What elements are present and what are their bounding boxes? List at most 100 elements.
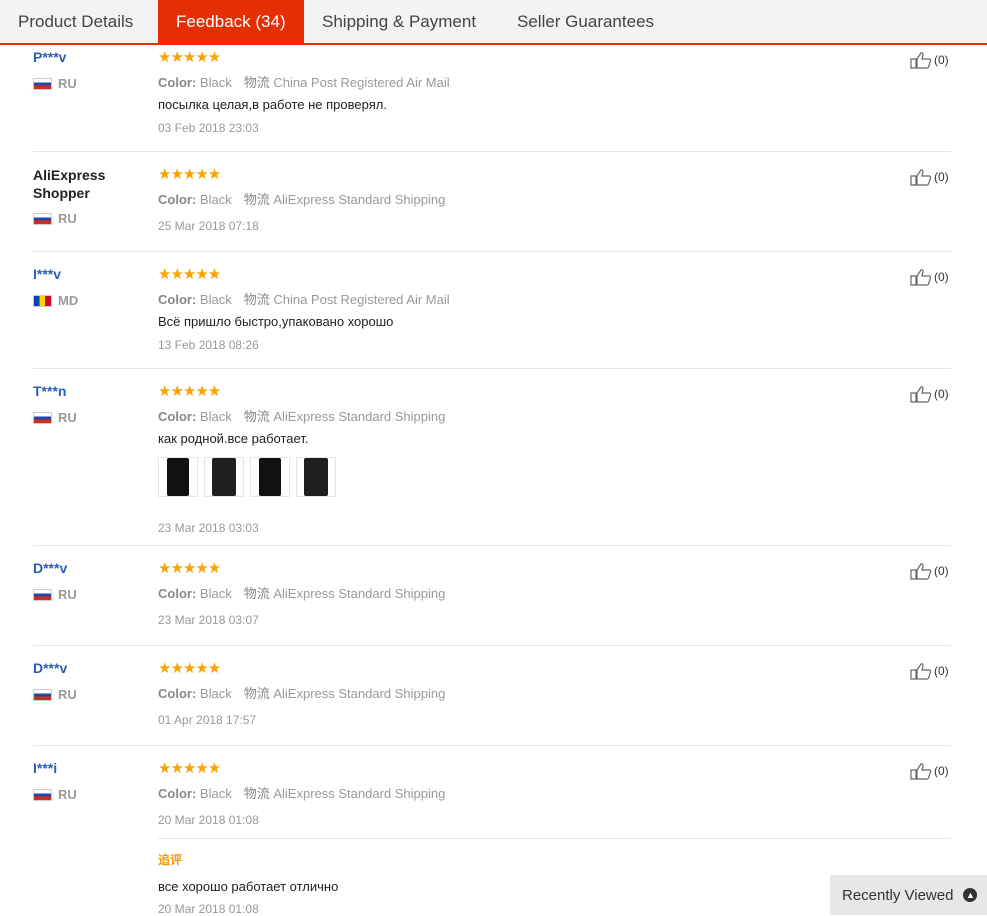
- country-code: RU: [58, 410, 77, 425]
- recently-viewed-label: Recently Viewed: [842, 886, 954, 904]
- photo-image: [304, 458, 328, 496]
- star-rating: ★★★★★: [158, 660, 221, 677]
- reviewer-name[interactable]: T***n: [33, 383, 66, 399]
- helpful-button[interactable]: (0): [910, 168, 949, 186]
- country-code: RU: [58, 587, 77, 602]
- color-value: Black: [199, 409, 232, 424]
- review-date: 13 Feb 2018 08:26: [158, 338, 259, 352]
- color-label: Color:: [158, 586, 197, 601]
- helpful-count: (0): [934, 764, 949, 778]
- reviewer-country: RU: [33, 410, 77, 425]
- reviewer-name[interactable]: P***v: [33, 49, 66, 65]
- additional-feedback-divider: [158, 838, 951, 839]
- reviewer-name[interactable]: I***i: [33, 760, 57, 776]
- star-rating: ★★★★★: [158, 760, 221, 777]
- shipping-label: 物流: [243, 292, 270, 307]
- helpful-button[interactable]: (0): [910, 268, 949, 286]
- photo-image: [259, 458, 281, 496]
- shipping-method: AliExpress Standard Shipping: [273, 586, 446, 601]
- helpful-button[interactable]: (0): [910, 762, 949, 780]
- color-label: Color:: [158, 686, 197, 701]
- additional-feedback-date: 20 Mar 2018 01:08: [158, 902, 259, 916]
- color-label: Color:: [158, 192, 197, 207]
- reviewer-country: RU: [33, 687, 77, 702]
- shipping-label: 物流: [243, 75, 270, 90]
- reviewer-name[interactable]: D***v: [33, 660, 67, 676]
- shipping-label: 物流: [243, 686, 270, 701]
- review-divider: [33, 368, 951, 369]
- country-code: MD: [58, 293, 79, 308]
- shipping-label: 物流: [243, 409, 270, 424]
- thumbs-up-icon: [910, 169, 932, 186]
- tab-bar: Product Details Feedback (34) Shipping &…: [0, 0, 987, 45]
- helpful-count: (0): [934, 170, 949, 184]
- additional-feedback-label: 追评: [158, 853, 183, 867]
- review-divider: [33, 151, 951, 152]
- tab-seller-guarantees[interactable]: Seller Guarantees: [499, 0, 672, 43]
- helpful-button[interactable]: (0): [910, 562, 949, 580]
- review-date: 20 Mar 2018 01:08: [158, 813, 259, 827]
- reviewer-country: RU: [33, 587, 77, 602]
- helpful-count: (0): [934, 53, 949, 67]
- review-divider: [33, 545, 951, 546]
- review-photo[interactable]: [250, 457, 290, 497]
- review-divider: [33, 251, 951, 252]
- review-photo[interactable]: [296, 457, 336, 497]
- review-photo[interactable]: [158, 457, 198, 497]
- star-rating: ★★★★★: [158, 560, 221, 577]
- review-date: 25 Mar 2018 07:18: [158, 219, 259, 233]
- review-date: 03 Feb 2018 23:03: [158, 121, 259, 135]
- thumbs-up-icon: [910, 763, 932, 780]
- reviewer-country: MD: [33, 293, 78, 308]
- flag-ru-icon: [33, 788, 52, 801]
- reviewer-name[interactable]: D***v: [33, 560, 67, 576]
- thumbs-up-icon: [910, 663, 932, 680]
- color-value: Black: [199, 292, 232, 307]
- helpful-count: (0): [934, 664, 949, 678]
- reviewer-name[interactable]: I***v: [33, 266, 61, 282]
- shipping-method: AliExpress Standard Shipping: [273, 192, 446, 207]
- reviewer-country: RU: [33, 787, 77, 802]
- tab-shipping-payment[interactable]: Shipping & Payment: [304, 0, 494, 43]
- tab-feedback[interactable]: Feedback (34): [158, 0, 304, 43]
- flag-ru-icon: [33, 411, 52, 424]
- shipping-label: 物流: [243, 586, 270, 601]
- recently-viewed-button[interactable]: Recently Viewed ▲: [830, 875, 987, 915]
- flag-ru-icon: [33, 588, 52, 601]
- additional-feedback-comment: все хорошо работает отлично: [158, 879, 339, 894]
- thumbs-up-icon: [910, 269, 932, 286]
- reviewer-country: RU: [33, 76, 77, 91]
- review-comment: посылка целая,в работе не проверял.: [158, 97, 387, 112]
- shipping-label: 物流: [243, 192, 270, 207]
- review-meta: Color: Black 物流 AliExpress Standard Shipp…: [158, 189, 445, 208]
- review-meta: Color: Black 物流 AliExpress Standard Shipp…: [158, 683, 445, 702]
- helpful-count: (0): [934, 270, 949, 284]
- color-value: Black: [199, 192, 232, 207]
- chevron-up-icon: ▲: [963, 888, 978, 902]
- shipping-label: 物流: [243, 786, 270, 801]
- review-meta: Color: Black 物流 AliExpress Standard Shipp…: [158, 783, 445, 802]
- helpful-count: (0): [934, 387, 949, 401]
- review-date: 23 Mar 2018 03:07: [158, 613, 259, 627]
- helpful-button[interactable]: (0): [910, 662, 949, 680]
- flag-md-icon: [33, 294, 52, 307]
- helpful-button[interactable]: (0): [910, 51, 949, 69]
- country-code: RU: [58, 687, 77, 702]
- thumbs-up-icon: [910, 386, 932, 403]
- shipping-method: AliExpress Standard Shipping: [273, 409, 446, 424]
- review-date: 23 Mar 2018 03:03: [158, 521, 259, 535]
- review-date: 01 Apr 2018 17:57: [158, 713, 257, 727]
- review-photo[interactable]: [204, 457, 244, 497]
- color-label: Color:: [158, 409, 197, 424]
- helpful-button[interactable]: (0): [910, 385, 949, 403]
- photo-image: [212, 458, 236, 496]
- shipping-method: China Post Registered Air Mail: [273, 75, 450, 90]
- star-rating: ★★★★★: [158, 49, 221, 66]
- star-rating: ★★★★★: [158, 266, 221, 283]
- star-rating: ★★★★★: [158, 166, 221, 183]
- flag-ru-icon: [33, 688, 52, 701]
- tab-product-details[interactable]: Product Details: [0, 0, 151, 43]
- color-value: Black: [199, 586, 232, 601]
- color-label: Color:: [158, 786, 197, 801]
- color-label: Color:: [158, 75, 197, 90]
